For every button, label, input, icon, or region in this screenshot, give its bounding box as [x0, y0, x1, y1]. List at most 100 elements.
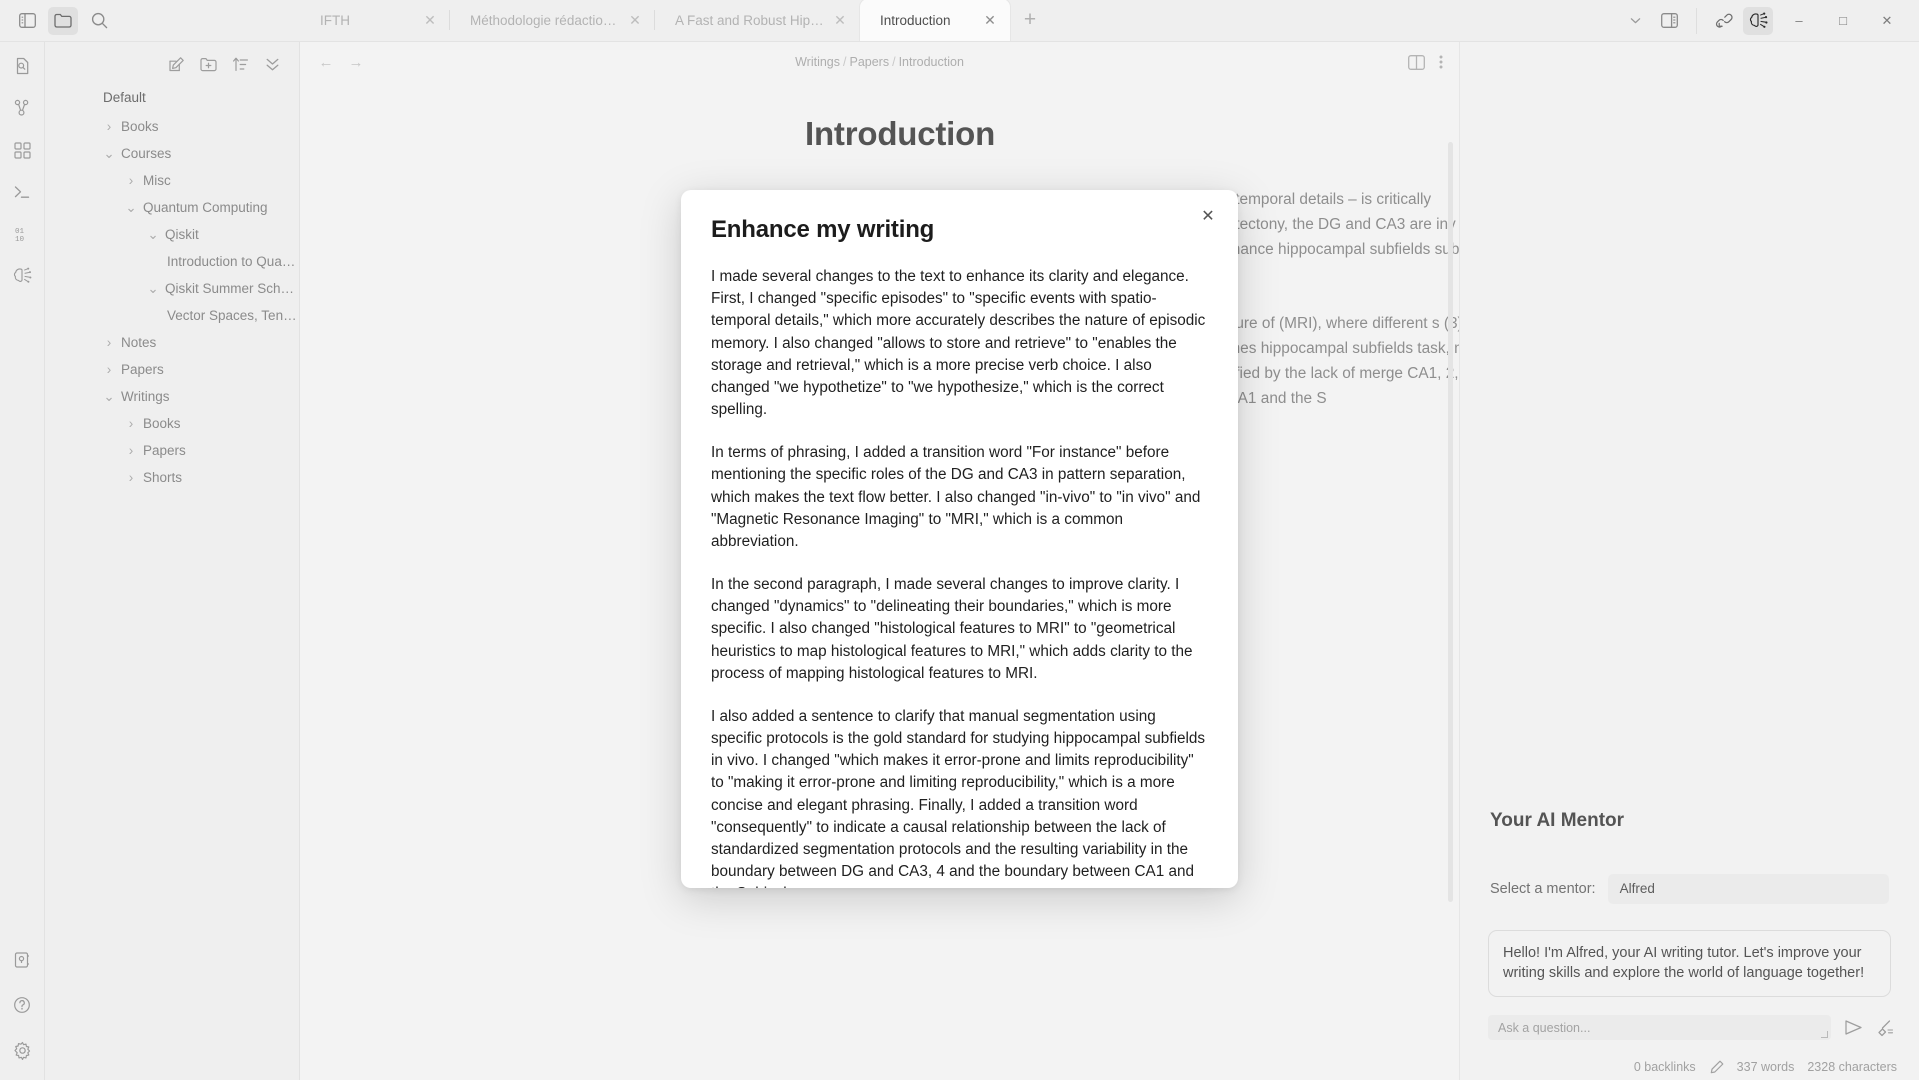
settings-gear-icon[interactable]	[7, 1036, 37, 1064]
chevron-down-icon[interactable]: ⌄	[145, 227, 161, 243]
chevron-right-icon[interactable]: ›	[123, 173, 139, 189]
forward-button[interactable]: →	[346, 54, 366, 71]
split-pane-icon[interactable]	[1654, 7, 1684, 35]
reading-view-icon[interactable]	[1408, 54, 1425, 70]
chevron-down-icon[interactable]: ⌄	[145, 281, 161, 297]
tree-item-label: Qiskit Summer School 2...	[165, 281, 299, 296]
search-icon[interactable]	[84, 7, 114, 35]
backlinks-count[interactable]: 0 backlinks	[1634, 1060, 1696, 1074]
new-note-icon[interactable]	[167, 55, 185, 73]
chevron-right-icon[interactable]: ›	[123, 443, 139, 459]
link-icon[interactable]	[1709, 7, 1739, 35]
chevron-down-icon[interactable]: ⌄	[101, 389, 117, 405]
chevron-down-icon[interactable]: ⌄	[101, 146, 117, 162]
breadcrumb-segment-1[interactable]: Writings	[795, 55, 840, 69]
chevron-down-icon[interactable]: ⌄	[123, 200, 139, 216]
tab-item[interactable]: A Fast and Robust Hipp... ✕	[655, 0, 860, 41]
svg-text:01: 01	[15, 228, 25, 236]
tree-item-label: Vector Spaces, Tensor ...	[167, 308, 299, 323]
editor-header: ← → Writings / Papers / Introduction	[300, 42, 1459, 82]
file-explorer-panel: Default › Books ⌄ Courses › Misc ⌄ Quantum C…	[45, 42, 300, 1080]
tab-label: A Fast and Robust Hipp...	[675, 12, 824, 28]
ai-brain-icon[interactable]	[1743, 6, 1773, 35]
more-options-icon[interactable]	[1439, 54, 1443, 70]
tree-item-label: Introduction to Quantu...	[167, 254, 299, 269]
tree-item-papers[interactable]: › Papers	[45, 356, 299, 383]
tree-item-vector-spaces[interactable]: Vector Spaces, Tensor ...	[45, 302, 299, 329]
tab-close-icon[interactable]: ✕	[982, 12, 998, 29]
back-button[interactable]: ←	[316, 54, 336, 71]
tree-item-books[interactable]: › Books	[45, 113, 299, 140]
send-icon[interactable]	[1843, 1019, 1863, 1036]
maximize-button[interactable]: □	[1821, 0, 1865, 42]
tab-close-icon[interactable]: ✕	[422, 12, 438, 29]
tab-close-icon[interactable]: ✕	[627, 12, 643, 29]
chevron-right-icon[interactable]: ›	[101, 362, 117, 378]
toolbar-divider	[1696, 7, 1697, 34]
pencil-icon[interactable]	[1709, 1060, 1724, 1075]
tree-item-label: Shorts	[143, 470, 183, 485]
tree-item-label: Writings	[121, 389, 170, 404]
tree-item-misc[interactable]: › Misc	[45, 167, 299, 194]
p1-i: hippocampal subfields	[1278, 241, 1431, 259]
topbar-right-controls: – □ ✕	[1620, 0, 1919, 41]
tree-item-qiskit[interactable]: ⌄ Qiskit	[45, 221, 299, 248]
broom-icon[interactable]	[1875, 1019, 1895, 1037]
new-tab-button[interactable]: +	[1010, 0, 1050, 41]
tab-close-icon[interactable]: ✕	[832, 12, 848, 29]
chevron-right-icon[interactable]: ›	[101, 335, 117, 351]
vertical-scrollbar[interactable]	[1448, 142, 1453, 902]
breadcrumb-segment-3[interactable]: Introduction	[899, 55, 964, 69]
dialog-title: Enhance my writing	[711, 216, 935, 243]
application-window: IFTH ✕ Méthodologie rédaction ... ✕ A Fa…	[0, 0, 1919, 1080]
collapse-all-icon[interactable]	[263, 55, 281, 73]
ai-brain-icon[interactable]	[7, 262, 37, 290]
tab-item[interactable]: Méthodologie rédaction ... ✕	[450, 0, 655, 41]
tree-item-courses[interactable]: ⌄ Courses	[45, 140, 299, 167]
binary-icon[interactable]: 01 10	[7, 220, 37, 248]
tree-item-label: Papers	[121, 362, 164, 377]
chevron-right-icon[interactable]: ›	[123, 470, 139, 486]
ask-question-row: Ask a question...	[1460, 1015, 1919, 1040]
folder-icon[interactable]	[48, 6, 78, 35]
rail-bottom-group	[7, 946, 37, 1080]
tree-item-qiskit-summer-school[interactable]: ⌄ Qiskit Summer School 2...	[45, 275, 299, 302]
breadcrumb[interactable]: Writings / Papers / Introduction	[795, 55, 964, 69]
tree-item-quantum-computing[interactable]: ⌄ Quantum Computing	[45, 194, 299, 221]
tab-item-active[interactable]: Introduction ✕	[860, 0, 1010, 41]
vault-name: Default	[103, 90, 146, 105]
tree-item-notes[interactable]: › Notes	[45, 329, 299, 356]
canvas-grid-icon[interactable]	[7, 136, 37, 164]
p2-d: (MRI), where different s	[1279, 315, 1440, 333]
chevron-down-icon[interactable]	[1620, 7, 1650, 35]
tree-item-label: Books	[143, 416, 181, 431]
chevron-right-icon[interactable]: ›	[101, 119, 117, 135]
toggle-left-sidebar-icon[interactable]	[12, 7, 42, 35]
enhance-my-writing-dialog[interactable]: ✕ Enhance my writing I made several chan…	[681, 190, 1238, 888]
breadcrumb-segment-2[interactable]: Papers	[849, 55, 889, 69]
tree-item-label: Qiskit	[165, 227, 199, 242]
terminal-icon[interactable]	[7, 178, 37, 206]
graph-view-icon[interactable]	[7, 94, 37, 122]
minimize-button[interactable]: –	[1777, 0, 1821, 42]
sort-icon[interactable]	[231, 55, 249, 73]
vault-icon[interactable]	[7, 946, 37, 974]
mentor-select-dropdown[interactable]: Alfred	[1607, 873, 1889, 904]
ask-question-input[interactable]: Ask a question...	[1488, 1015, 1831, 1040]
tree-item-writings-papers[interactable]: › Papers	[45, 437, 299, 464]
file-search-icon[interactable]	[7, 52, 37, 80]
tree-item-intro-to-quantum[interactable]: Introduction to Quantu...	[45, 248, 299, 275]
new-folder-icon[interactable]	[199, 55, 217, 73]
close-window-button[interactable]: ✕	[1865, 0, 1909, 42]
tab-item[interactable]: IFTH ✕	[300, 0, 450, 41]
tree-item-writings-shorts[interactable]: › Shorts	[45, 464, 299, 491]
ai-panel-spacer	[1460, 42, 1919, 810]
tree-item-writings-books[interactable]: › Books	[45, 410, 299, 437]
tree-item-label: Books	[121, 119, 159, 134]
close-icon[interactable]: ✕	[1196, 204, 1220, 228]
chevron-right-icon[interactable]: ›	[123, 416, 139, 432]
character-count: 2328 characters	[1807, 1060, 1897, 1074]
tree-item-writings[interactable]: ⌄ Writings	[45, 383, 299, 410]
ai-panel-title: Your AI Mentor	[1490, 809, 1625, 831]
help-icon[interactable]	[7, 991, 37, 1019]
